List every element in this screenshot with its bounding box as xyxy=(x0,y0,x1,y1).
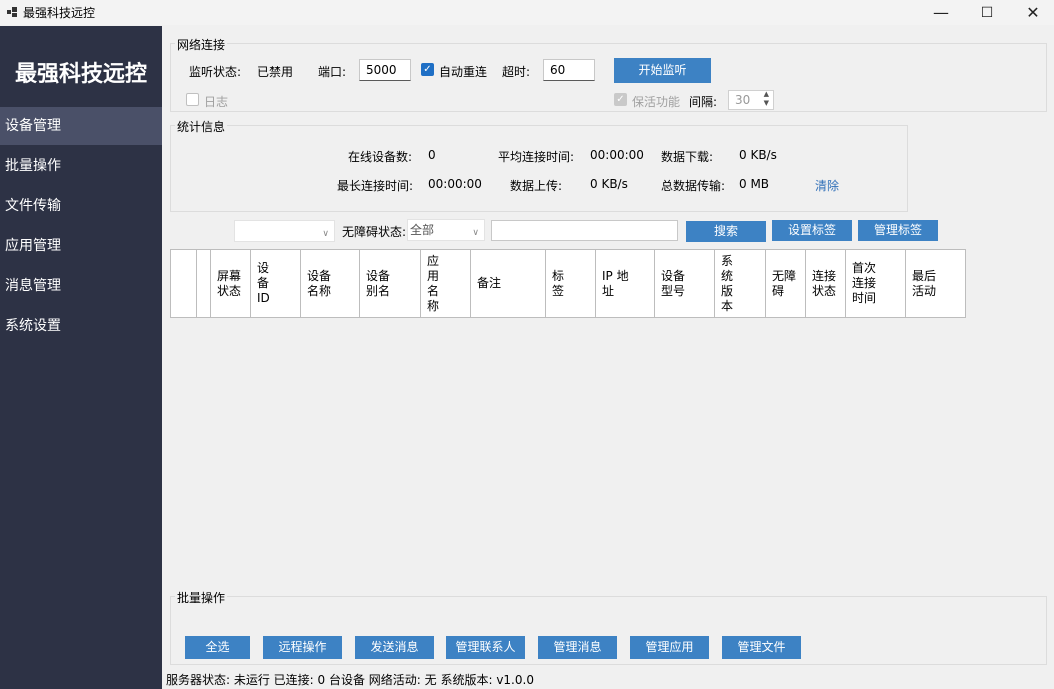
minimize-button[interactable]: — xyxy=(918,0,964,25)
sidebar-item-app-management[interactable]: 应用管理 xyxy=(0,227,162,265)
data-download-label: 数据下载: xyxy=(661,150,714,164)
manage-apps-button[interactable]: 管理应用 xyxy=(630,636,709,659)
window-title: 最强科技远控 xyxy=(23,6,96,20)
sidebar-item-system-settings[interactable]: 系统设置 xyxy=(0,307,162,345)
max-connect-time-label: 最长连接时间: xyxy=(337,179,414,193)
listen-status-label: 监听状态: xyxy=(189,65,242,79)
stats-group-title: 统计信息 xyxy=(175,118,228,135)
log-checkbox[interactable] xyxy=(186,93,199,106)
column-header-device-name[interactable]: 设备 名称 xyxy=(301,250,360,317)
max-connect-time-value: 00:00:00 xyxy=(428,177,482,191)
port-input[interactable]: 5000 xyxy=(359,59,411,81)
sidebar-item-message-management[interactable]: 消息管理 xyxy=(0,267,162,305)
spin-arrows-icon[interactable]: ▲ ▼ xyxy=(764,90,769,108)
clear-stats-link[interactable]: 清除 xyxy=(815,177,839,194)
column-header-screen-status[interactable]: 屏幕 状态 xyxy=(211,250,251,317)
manage-tag-button[interactable]: 管理标签 xyxy=(858,220,938,241)
set-tag-button[interactable]: 设置标签 xyxy=(772,220,852,241)
start-listening-button[interactable]: 开始监听 xyxy=(614,58,711,83)
chevron-down-icon: ∨ xyxy=(322,229,329,239)
network-group-title: 网络连接 xyxy=(175,36,228,53)
log-label: 日志 xyxy=(204,95,229,109)
chevron-down-icon: ∨ xyxy=(472,228,479,238)
column-header-ip-address[interactable]: IP 地 址 xyxy=(596,250,655,317)
listen-status-value: 已禁用 xyxy=(257,65,294,79)
auto-reconnect-label: 自动重连 xyxy=(439,65,488,79)
title-bar: 最强科技远控 — ☐ ✕ xyxy=(0,0,1054,25)
column-header-os-version[interactable]: 系 统 版 本 xyxy=(715,250,766,317)
column-header-last-activity[interactable]: 最后 活动 xyxy=(906,250,966,317)
sidebar-item-batch-operations[interactable]: 批量操作 xyxy=(0,147,162,185)
accessibility-dropdown-value: 全部 xyxy=(410,223,435,237)
close-button[interactable]: ✕ xyxy=(1010,0,1054,25)
online-devices-value: 0 xyxy=(428,148,436,162)
interval-spinbox[interactable]: 30 ▲ ▼ xyxy=(728,90,774,110)
column-header-select[interactable] xyxy=(171,250,197,317)
interval-label: 间隔: xyxy=(689,95,718,109)
column-header-connection-status[interactable]: 连接 状态 xyxy=(806,250,846,317)
total-transfer-label: 总数据传输: xyxy=(661,179,726,193)
manage-files-button[interactable]: 管理文件 xyxy=(722,636,801,659)
brand-title: 最强科技远控 xyxy=(14,62,147,87)
search-button[interactable]: 搜索 xyxy=(686,221,766,242)
column-header-accessibility[interactable]: 无障 碍 xyxy=(766,250,806,317)
data-upload-value: 0 KB/s xyxy=(590,177,628,191)
column-header-blank[interactable] xyxy=(197,250,211,317)
column-header-first-connect-time[interactable]: 首次 连接 时间 xyxy=(846,250,906,317)
manage-contacts-button[interactable]: 管理联系人 xyxy=(446,636,525,659)
avg-connect-time-label: 平均连接时间: xyxy=(498,150,575,164)
port-label: 端口: xyxy=(318,65,347,79)
status-bar: 服务器状态: 未运行 已连接: 0 台设备 网络活动: 无 系统版本: v1.0… xyxy=(162,671,1054,689)
timeout-input[interactable]: 60 xyxy=(543,59,595,81)
select-all-button[interactable]: 全选 xyxy=(185,636,250,659)
maximize-button[interactable]: ☐ xyxy=(964,0,1010,25)
total-transfer-value: 0 MB xyxy=(739,177,770,191)
avg-connect-time-value: 00:00:00 xyxy=(590,148,644,162)
data-download-value: 0 KB/s xyxy=(739,148,777,162)
sidebar-item-device-management[interactable]: 设备管理 xyxy=(0,107,162,145)
auto-reconnect-checkbox[interactable]: ✓ xyxy=(421,63,434,76)
online-devices-label: 在线设备数: xyxy=(348,150,413,164)
sidebar-item-file-transfer[interactable]: 文件传输 xyxy=(0,187,162,225)
column-header-remark[interactable]: 备注 xyxy=(471,250,546,317)
accessibility-dropdown[interactable]: 全部 ∨ xyxy=(407,219,485,241)
column-header-tag[interactable]: 标 签 xyxy=(546,250,596,317)
send-message-button[interactable]: 发送消息 xyxy=(355,636,434,659)
data-upload-label: 数据上传: xyxy=(510,179,563,193)
app-icon xyxy=(7,7,17,17)
stats-group xyxy=(170,125,908,212)
accessibility-label: 无障碍状态: xyxy=(342,225,407,239)
column-header-device-alias[interactable]: 设备 别名 xyxy=(360,250,421,317)
interval-value: 30 xyxy=(735,93,751,107)
filter-dropdown[interactable]: ∨ xyxy=(234,220,335,242)
keepalive-checkbox[interactable]: ✓ xyxy=(614,93,627,106)
search-input[interactable] xyxy=(491,220,678,241)
column-header-app-name[interactable]: 应 用 名 称 xyxy=(421,250,471,317)
column-header-device-id[interactable]: 设 备 ID xyxy=(251,250,301,317)
timeout-label: 超时: xyxy=(502,65,531,79)
network-group xyxy=(170,43,1047,112)
manage-messages-button[interactable]: 管理消息 xyxy=(538,636,617,659)
batch-group-title: 批量操作 xyxy=(175,589,228,606)
column-header-device-model[interactable]: 设备 型号 xyxy=(655,250,715,317)
device-table: 屏幕 状态 设 备 ID 设备 名称 设备 别名 应 用 名 称 备注 标 签 … xyxy=(170,249,966,318)
keepalive-label: 保活功能 xyxy=(632,95,681,109)
remote-operation-button[interactable]: 远程操作 xyxy=(263,636,342,659)
